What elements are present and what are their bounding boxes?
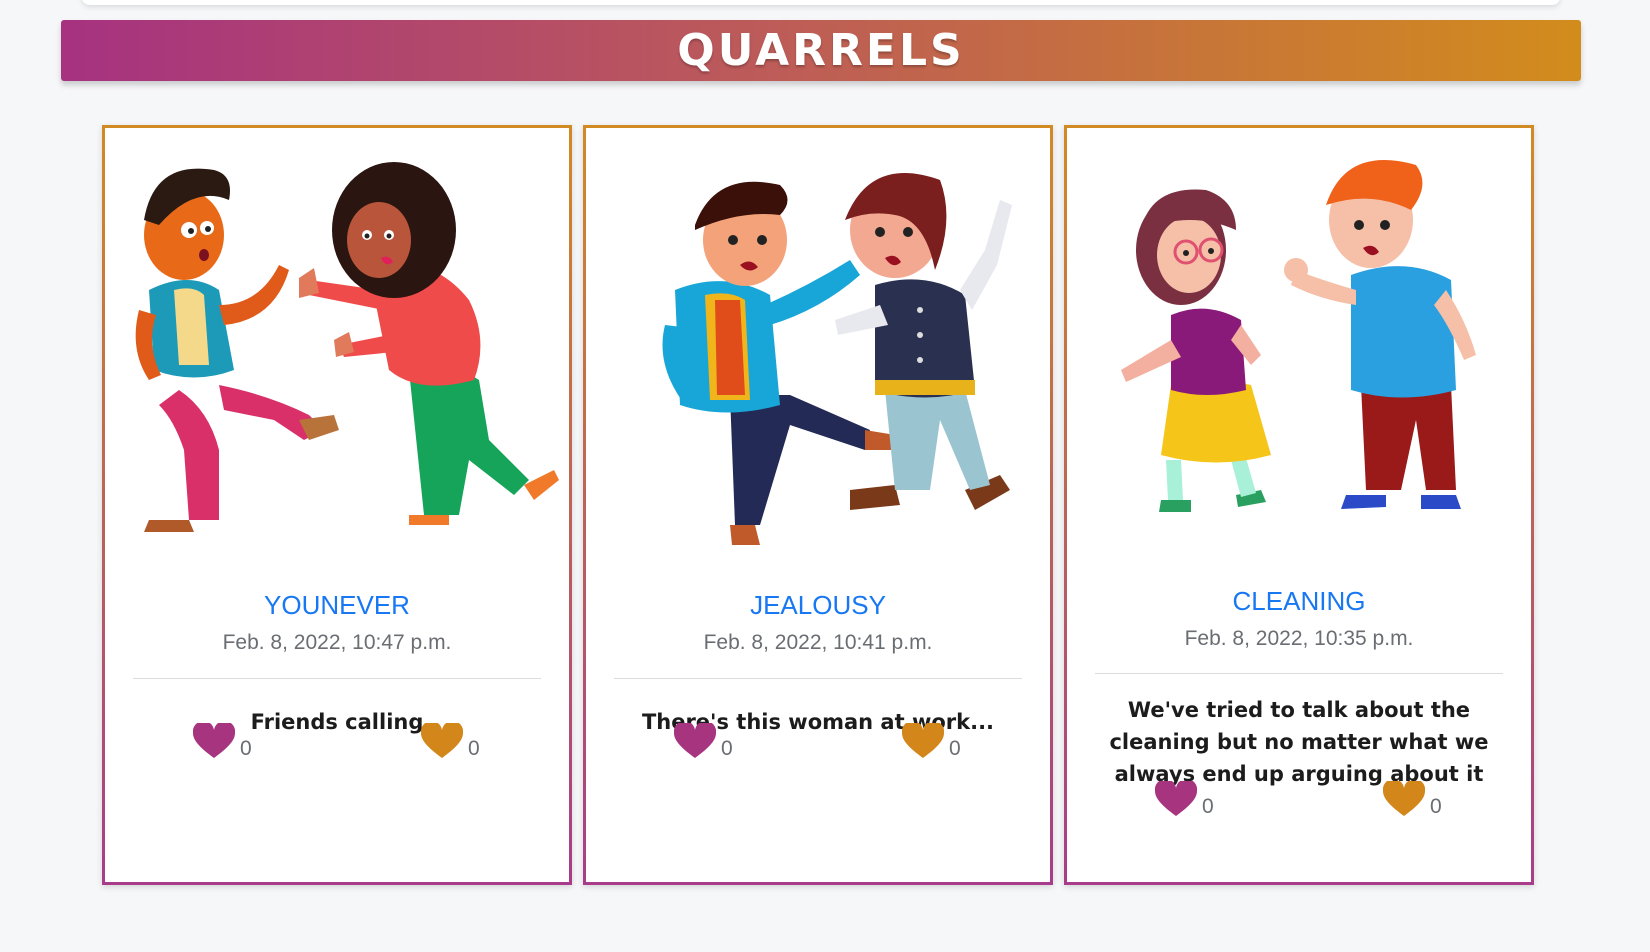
quarrel-card-grid: YOUNEVER Feb. 8, 2022, 10:47 p.m. Friend… bbox=[102, 125, 1540, 890]
card-date: Feb. 8, 2022, 10:35 p.m. bbox=[1184, 627, 1414, 650]
reaction-bar: 0 0 bbox=[586, 723, 1050, 767]
reaction-bar: 0 0 bbox=[105, 723, 569, 767]
quarrel-illustration bbox=[1121, 160, 1476, 512]
reaction-bar: 0 0 bbox=[1067, 781, 1531, 825]
card-title-link[interactable]: CLEANING bbox=[1067, 586, 1531, 617]
like-count: 0 bbox=[240, 737, 252, 760]
dislike-count: 0 bbox=[949, 737, 961, 760]
heart-icon bbox=[902, 723, 944, 758]
card-body: We've tried to talk about the cleaning b… bbox=[1109, 698, 1489, 786]
dislike-count: 0 bbox=[1430, 795, 1442, 818]
dislike-button[interactable]: 0 bbox=[421, 723, 480, 760]
quarrel-card[interactable]: CLEANING Feb. 8, 2022, 10:35 p.m. We've … bbox=[1064, 125, 1534, 885]
like-count: 0 bbox=[721, 737, 733, 760]
banner-title: QUARRELS bbox=[677, 25, 965, 76]
card-date: Feb. 8, 2022, 10:47 p.m. bbox=[222, 631, 452, 654]
quarrel-card[interactable]: YOUNEVER Feb. 8, 2022, 10:47 p.m. Friend… bbox=[102, 125, 572, 885]
heart-icon bbox=[1155, 781, 1197, 816]
card-title-link[interactable]: JEALOUSY bbox=[586, 590, 1050, 621]
heart-icon bbox=[193, 723, 235, 758]
dislike-button[interactable]: 0 bbox=[902, 723, 961, 760]
dislike-count: 0 bbox=[468, 737, 480, 760]
section-banner: QUARRELS bbox=[61, 20, 1581, 81]
like-count: 0 bbox=[1202, 795, 1214, 818]
card-title-link[interactable]: YOUNEVER bbox=[105, 590, 569, 621]
heart-icon bbox=[1383, 781, 1425, 816]
heart-icon bbox=[674, 723, 716, 758]
quarrel-illustration bbox=[662, 173, 1012, 545]
card-divider bbox=[133, 678, 541, 679]
quarrel-illustration bbox=[135, 162, 559, 532]
like-button[interactable]: 0 bbox=[674, 723, 733, 760]
heart-icon bbox=[421, 723, 463, 758]
dislike-button[interactable]: 0 bbox=[1383, 781, 1442, 818]
card-divider bbox=[1095, 673, 1503, 674]
card-divider bbox=[614, 678, 1022, 679]
card-date: Feb. 8, 2022, 10:41 p.m. bbox=[703, 631, 933, 654]
like-button[interactable]: 0 bbox=[193, 723, 252, 760]
top-card-edge bbox=[82, 0, 1560, 5]
like-button[interactable]: 0 bbox=[1155, 781, 1214, 818]
quarrel-card[interactable]: JEALOUSY Feb. 8, 2022, 10:41 p.m. There'… bbox=[583, 125, 1053, 885]
